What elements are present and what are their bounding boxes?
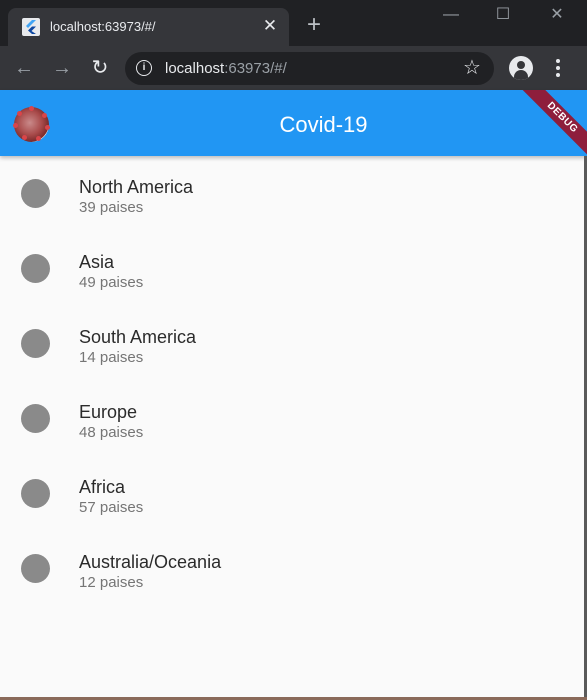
continent-name: North America — [79, 177, 194, 197]
continent-name: Africa — [79, 477, 126, 497]
window-close-icon[interactable]: ✕ — [543, 4, 571, 26]
bookmark-star-icon[interactable]: ☆ — [463, 57, 481, 79]
list-item[interactable]: North America 39 paises — [0, 156, 587, 231]
country-count: 12 paises — [79, 574, 144, 591]
country-count: 14 paises — [79, 349, 144, 366]
tab-close-icon[interactable]: ✕ — [262, 17, 278, 35]
browser-tabstrip: localhost:63973/#/ ✕ + — ☐ ✕ — [0, 0, 587, 46]
profile-icon[interactable] — [509, 56, 533, 80]
continent-avatar — [21, 254, 50, 283]
continent-list: North America 39 paises Asia 49 paises S… — [0, 156, 587, 606]
continent-name: Australia/Oceania — [79, 552, 222, 572]
list-item[interactable]: South America 14 paises — [0, 306, 587, 381]
forward-icon[interactable]: → — [50, 56, 74, 80]
url-text: localhost:63973/#/ — [165, 60, 287, 77]
country-count: 49 paises — [79, 274, 144, 291]
continent-avatar — [21, 554, 50, 583]
list-item[interactable]: Europe 48 paises — [0, 381, 587, 456]
continent-avatar — [21, 329, 50, 358]
browser-tab[interactable]: localhost:63973/#/ ✕ — [8, 8, 289, 46]
app-bar: Covid-19 DEBUG — [0, 90, 587, 156]
minimize-icon[interactable]: — — [437, 4, 465, 26]
info-icon[interactable]: i — [136, 60, 152, 76]
list-item[interactable]: Asia 49 paises — [0, 231, 587, 306]
new-tab-icon[interactable]: + — [303, 13, 325, 37]
list-item[interactable]: Africa 57 paises — [0, 456, 587, 531]
app-title: Covid-19 — [279, 112, 368, 137]
continent-name: Europe — [79, 402, 138, 422]
continent-avatar — [21, 179, 50, 208]
back-icon[interactable]: ← — [12, 56, 36, 80]
continent-name: South America — [79, 327, 197, 347]
continent-avatar — [21, 479, 50, 508]
list-item[interactable]: Australia/Oceania 12 paises — [0, 531, 587, 606]
address-bar[interactable]: i localhost:63973/#/ ☆ — [125, 52, 494, 85]
url-host: localhost — [165, 60, 225, 77]
country-count: 57 paises — [79, 499, 144, 516]
maximize-icon[interactable]: ☐ — [489, 4, 517, 26]
browser-toolbar: ← → ↻ i localhost:63973/#/ ☆ — [0, 46, 587, 90]
country-count: 48 paises — [79, 424, 144, 441]
country-count: 39 paises — [79, 199, 144, 216]
continent-name: Asia — [79, 252, 115, 272]
url-rest: :63973/#/ — [224, 60, 287, 77]
menu-icon[interactable] — [549, 58, 567, 78]
reload-icon[interactable]: ↻ — [88, 56, 112, 80]
tab-title: localhost:63973/#/ — [50, 19, 156, 34]
continent-avatar — [21, 404, 50, 433]
flutter-favicon-icon — [22, 18, 40, 36]
